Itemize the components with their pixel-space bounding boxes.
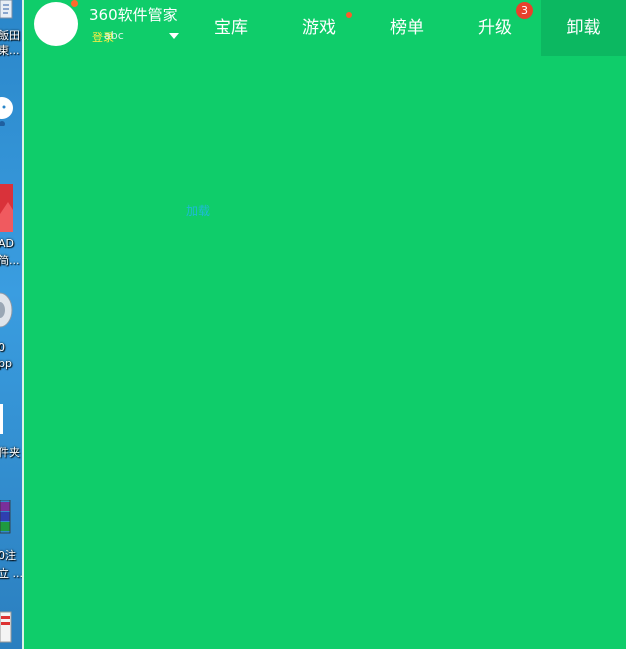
desktop-label: 0注 — [0, 549, 16, 562]
document-icon — [0, 0, 13, 19]
update-count-badge: 3 — [516, 2, 533, 19]
desktop-shortcut[interactable]: 件夹 — [0, 400, 24, 460]
desktop-label: AD — [0, 237, 14, 250]
tab-notification-dot — [346, 12, 352, 18]
desktop-label: 東... — [0, 44, 20, 57]
autocad-icon — [0, 184, 13, 232]
desktop-strip: 飯田 東... AD 简... 0 pp 件夹 0注 立 ... — [0, 0, 24, 649]
main-content: 加载 — [24, 56, 626, 649]
desktop-shortcut[interactable]: AD 简... — [0, 184, 24, 274]
folder-icon — [0, 404, 3, 434]
desktop-shortcut[interactable]: 0注 立 ... — [0, 500, 24, 590]
archive-icon — [0, 500, 11, 534]
loading-status: 加载 — [186, 204, 211, 218]
desktop-label: pp — [0, 357, 12, 370]
tab-baoku[interactable]: 宝库 — [188, 0, 274, 56]
tab-bangdan[interactable]: 榜单 — [364, 0, 450, 56]
disc-icon — [0, 292, 13, 328]
desktop-label: 0 — [0, 341, 5, 354]
tab-youxi[interactable]: 游戏 — [276, 0, 362, 56]
desktop-label: 飯田 — [0, 29, 20, 42]
app-window: 360软件管家 登录 abc 宝库 游戏 榜单 升级 3 卸载 加载 — [24, 0, 626, 649]
desktop-shortcut[interactable]: 飯田 東... — [0, 0, 24, 60]
calendar-icon[interactable] — [0, 610, 12, 646]
tab-xiezai[interactable]: 卸载 — [541, 0, 626, 56]
desktop-shortcut[interactable]: 0 pp — [0, 290, 24, 370]
app-title: 360软件管家 — [89, 6, 178, 24]
top-navigation: 360软件管家 登录 abc 宝库 游戏 榜单 升级 3 卸载 — [24, 0, 626, 56]
desktop-label: 件夹 — [0, 446, 20, 459]
desktop-label: 简... — [0, 254, 20, 267]
account-overlay-text: abc — [104, 29, 124, 42]
chat-icon[interactable] — [0, 96, 14, 126]
desktop-label: 立 ... — [0, 567, 23, 580]
user-avatar[interactable] — [34, 2, 78, 46]
notification-dot — [71, 0, 78, 7]
chevron-down-icon[interactable] — [167, 30, 181, 42]
